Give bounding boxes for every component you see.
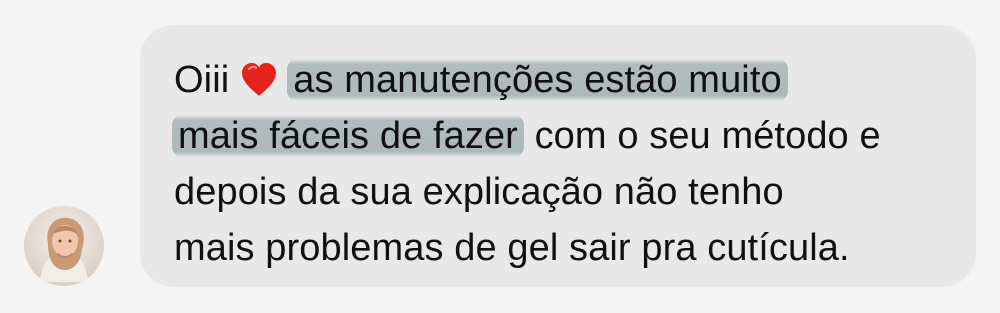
message-line-3: depois da sua explicação não tenho [174, 171, 784, 213]
highlighted-text: as manutenções estão muito [287, 59, 788, 101]
message-line-2: mais fáceis de fazer com o seu método e [172, 108, 954, 164]
message-greeting: Oiii [174, 59, 230, 101]
avatar[interactable] [24, 206, 104, 286]
message-line-4: mais problemas de gel sair pra cutícula. [174, 227, 850, 269]
message-line-1: Oiii as manutenções estão muito [174, 52, 954, 108]
highlighted-text: mais fáceis de fazer [172, 115, 524, 157]
message-line-2-rest: com o seu método e [523, 115, 881, 157]
red-heart-icon [239, 58, 279, 96]
chat-screen: { "chat": { "message": { "line1_prefix":… [0, 0, 1000, 313]
message-text: Oiii as manutenções estão muito mais fác… [172, 52, 954, 276]
